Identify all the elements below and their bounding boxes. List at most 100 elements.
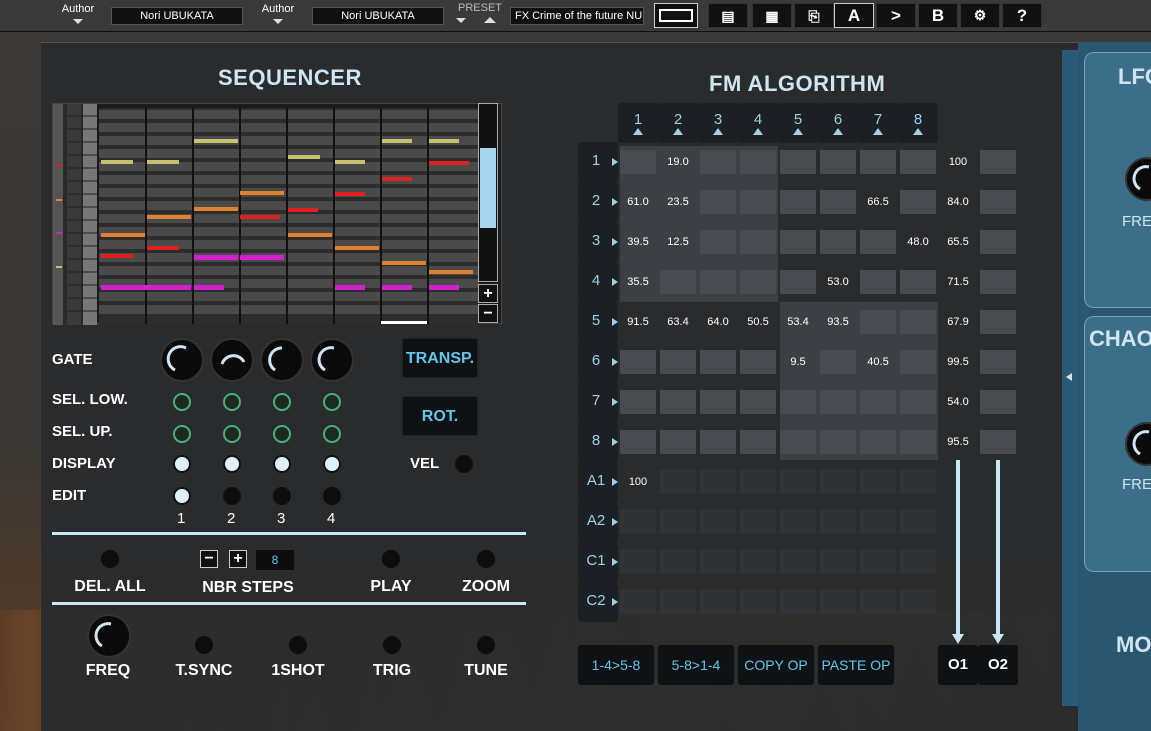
sel-low-3[interactable] (273, 393, 291, 411)
fm-cell[interactable] (900, 430, 936, 454)
fm-cell[interactable] (740, 390, 776, 414)
fm-cell[interactable]: 63.4 (660, 310, 696, 334)
fm-output-1-value[interactable]: 71.5 (940, 270, 976, 294)
fm-cell[interactable] (780, 430, 816, 454)
play-toggle[interactable] (382, 550, 400, 568)
nbr-steps-minus-button[interactable]: − (200, 550, 218, 568)
fm-cell[interactable] (700, 270, 736, 294)
lfo-freq-knob[interactable] (1125, 157, 1151, 201)
gate-knob-1[interactable] (160, 338, 204, 382)
fm-cell[interactable] (900, 470, 936, 494)
fm-column-header-4[interactable]: 4 (738, 103, 778, 143)
fm-cell[interactable] (660, 550, 696, 574)
fm-cell[interactable] (620, 150, 656, 174)
gate-knob-2[interactable] (210, 338, 254, 382)
fm-cell[interactable]: 53.0 (820, 270, 856, 294)
fm-output-2-cell[interactable] (980, 390, 1016, 414)
copy-5-8-to-1-4-button[interactable]: 5-8>1-4 (658, 645, 734, 685)
fm-cell[interactable] (780, 150, 816, 174)
fm-cell[interactable]: 19.0 (660, 150, 696, 174)
tune-toggle[interactable] (477, 636, 495, 654)
fm-cell[interactable]: 53.4 (780, 310, 816, 334)
display-toggle-1[interactable] (173, 455, 191, 473)
edit-toggle-1[interactable] (173, 487, 191, 505)
nbr-steps-plus-button[interactable]: + (229, 550, 247, 568)
fm-output-1-value[interactable]: 65.5 (940, 230, 976, 254)
author-dropdown-arrow-2[interactable] (273, 19, 283, 24)
fm-cell[interactable] (860, 390, 896, 414)
fm-row-header-5[interactable]: 5 (578, 302, 618, 342)
fm-cell[interactable] (780, 550, 816, 574)
fm-output-2-cell[interactable] (980, 270, 1016, 294)
fm-row-header-3[interactable]: 3 (578, 222, 618, 262)
settings-button[interactable]: ⚙ (960, 3, 1000, 28)
fm-cell[interactable] (860, 310, 896, 334)
fm-cell[interactable] (820, 510, 856, 534)
fm-row-header-c2[interactable]: C2 (578, 582, 618, 622)
window-size-button[interactable] (654, 3, 698, 28)
fm-cell[interactable] (860, 430, 896, 454)
fm-cell[interactable]: 100 (620, 470, 656, 494)
fm-output-1-value[interactable]: 84.0 (940, 190, 976, 214)
fm-cell[interactable] (700, 230, 736, 254)
fm-row-header-8[interactable]: 8 (578, 422, 618, 462)
fm-row-header-6[interactable]: 6 (578, 342, 618, 382)
fm-cell[interactable] (860, 150, 896, 174)
preset-name-field[interactable]: FX Crime of the future NU (510, 7, 644, 25)
fm-cell[interactable] (700, 390, 736, 414)
copy-op-button[interactable]: COPY OP (738, 645, 814, 685)
output-2-button[interactable]: O2 (978, 645, 1018, 685)
fm-output-1-value[interactable]: 95.5 (940, 430, 976, 454)
fm-cell[interactable] (860, 470, 896, 494)
chaos-freq-knob[interactable] (1125, 422, 1151, 466)
fm-cell[interactable] (860, 270, 896, 294)
fm-column-header-1[interactable]: 1 (618, 103, 658, 143)
fm-cell[interactable] (860, 230, 896, 254)
author-field-2[interactable]: Nori UBUKATA (312, 7, 444, 25)
zoom-in-button[interactable]: + (478, 284, 498, 303)
fm-cell[interactable] (860, 510, 896, 534)
fm-row-header-a2[interactable]: A2 (578, 502, 618, 542)
fm-cell[interactable]: 12.5 (660, 230, 696, 254)
fm-cell[interactable] (780, 230, 816, 254)
display-toggle-4[interactable] (323, 455, 341, 473)
copy-1-4-to-5-8-button[interactable]: 1-4>5-8 (578, 645, 654, 685)
fm-cell[interactable] (700, 190, 736, 214)
fm-column-header-5[interactable]: 5 (778, 103, 818, 143)
fm-row-header-a1[interactable]: A1 (578, 462, 618, 502)
display-toggle-3[interactable] (273, 455, 291, 473)
fm-cell[interactable] (740, 190, 776, 214)
fm-cell[interactable] (820, 150, 856, 174)
fm-cell[interactable] (900, 190, 936, 214)
fm-cell[interactable] (740, 590, 776, 614)
sel-up-3[interactable] (273, 425, 291, 443)
fm-cell[interactable] (900, 270, 936, 294)
edit-toggle-2[interactable] (223, 487, 241, 505)
fm-cell[interactable] (660, 510, 696, 534)
del-all-toggle[interactable] (101, 550, 119, 568)
fm-cell[interactable] (660, 430, 696, 454)
fm-cell[interactable]: 50.5 (740, 310, 776, 334)
fm-cell[interactable] (820, 190, 856, 214)
fm-row-header-1[interactable]: 1 (578, 142, 618, 182)
fm-cell[interactable] (700, 550, 736, 574)
save-as-button[interactable]: ▦ (752, 3, 792, 28)
fm-cell[interactable]: 91.5 (620, 310, 656, 334)
piano-roll[interactable] (52, 103, 502, 325)
fm-cell[interactable] (700, 470, 736, 494)
fm-cell[interactable] (620, 350, 656, 374)
fm-row-header-2[interactable]: 2 (578, 182, 618, 222)
paste-op-button[interactable]: PASTE OP (818, 645, 894, 685)
fm-cell[interactable] (660, 270, 696, 294)
fm-cell[interactable] (660, 590, 696, 614)
fm-cell[interactable] (620, 390, 656, 414)
fm-cell[interactable] (900, 590, 936, 614)
author-field-1[interactable]: Nori UBUKATA (111, 7, 243, 25)
zoom-toggle[interactable] (477, 550, 495, 568)
fm-cell[interactable] (820, 550, 856, 574)
fm-output-2-cell[interactable] (980, 430, 1016, 454)
fm-cell[interactable] (740, 430, 776, 454)
fm-output-2-cell[interactable] (980, 350, 1016, 374)
fm-cell[interactable] (700, 430, 736, 454)
load-button[interactable]: ⎘ (794, 3, 834, 28)
